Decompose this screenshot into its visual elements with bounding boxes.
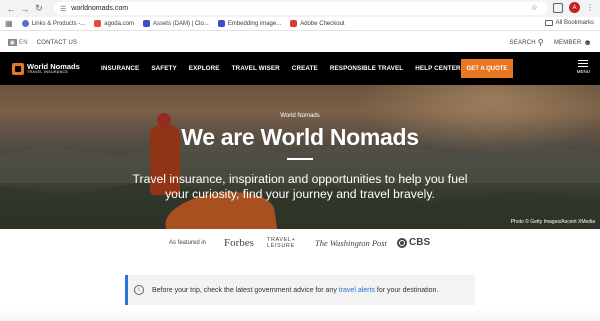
bookmarks-bar: ▦ Links & Products -... agoda.com Assets… bbox=[0, 17, 600, 31]
bookmark-item[interactable]: Assets (DAM) | Clo... bbox=[142, 20, 209, 27]
flag-icon: ▣ bbox=[8, 39, 17, 46]
menu-button[interactable]: MENU bbox=[577, 60, 590, 74]
forward-icon[interactable]: → bbox=[18, 2, 32, 16]
nav-item-responsible-travel[interactable]: RESPONSIBLE TRAVEL bbox=[330, 65, 403, 72]
hero-banner bbox=[0, 85, 600, 229]
hero-divider bbox=[287, 158, 313, 160]
bookmark-label: Adobe Checkout bbox=[300, 20, 345, 27]
nav-item-safety[interactable]: SAFETY bbox=[151, 65, 176, 72]
cbs-logo: CBS bbox=[397, 237, 430, 248]
browser-menu-icon[interactable]: ⋮ bbox=[586, 3, 594, 12]
user-icon: ☻ bbox=[583, 38, 592, 47]
logo-wordmark: World Nomads bbox=[27, 61, 80, 71]
apps-grid-icon[interactable]: ▦ bbox=[5, 19, 13, 28]
bookmark-label: Embedding image... bbox=[227, 20, 282, 27]
folder-icon bbox=[544, 20, 553, 26]
advisory-message: Before your trip, check the latest gover… bbox=[152, 287, 438, 294]
browser-toolbar: ← → ↻ ☰ worldnomads.com ☆ A ⋮ bbox=[0, 0, 600, 17]
language-selector[interactable]: ▣ EN bbox=[8, 39, 28, 46]
bookmark-star-icon[interactable]: ☆ bbox=[531, 3, 538, 12]
hero-kicker: World Nomads bbox=[280, 113, 320, 119]
nav-item-explore[interactable]: EXPLORE bbox=[189, 65, 220, 72]
menu-label: MENU bbox=[576, 69, 590, 74]
search-label: SEARCH bbox=[509, 39, 536, 46]
hero-subtitle: Travel insurance, inspiration and opport… bbox=[132, 172, 468, 201]
nav-item-travel-wiser[interactable]: TRAVEL WISER bbox=[232, 65, 280, 72]
nav-item-create[interactable]: CREATE bbox=[292, 65, 318, 72]
logo-tagline: TRAVEL INSURANCE bbox=[27, 70, 69, 74]
page-bottom-edge bbox=[0, 310, 600, 321]
language-label: EN bbox=[19, 39, 28, 46]
agoda-favicon-icon bbox=[94, 20, 102, 27]
extensions-icon[interactable] bbox=[553, 2, 563, 13]
address-bar[interactable]: ☰ worldnomads.com ☆ bbox=[54, 2, 548, 15]
info-icon: i bbox=[134, 285, 144, 295]
bookmark-item[interactable]: agoda.com bbox=[94, 20, 134, 27]
get-a-quote-button[interactable]: GET A QUOTE bbox=[461, 59, 513, 78]
photo-credit: Photo © Getty Images/Ascent XMedia bbox=[510, 219, 595, 225]
cbs-eye-icon bbox=[397, 237, 407, 248]
hero-title: We are World Nomads bbox=[181, 124, 419, 150]
advisory-text-end: for your destination. bbox=[374, 286, 439, 294]
contact-us-link[interactable]: CONTACT US bbox=[37, 40, 77, 46]
utility-bar: ▣ EN CONTACT US SEARCH ⚲ MEMBER ☻ bbox=[0, 33, 600, 52]
reload-icon[interactable]: ↻ bbox=[32, 2, 46, 16]
bookmark-item[interactable]: Adobe Checkout bbox=[290, 20, 345, 27]
bookmark-item[interactable]: Embedding image... bbox=[217, 20, 282, 27]
search-button[interactable]: SEARCH ⚲ bbox=[510, 38, 544, 47]
all-bookmarks-button[interactable]: All Bookmarks bbox=[544, 20, 594, 26]
member-label: MEMBER bbox=[553, 39, 582, 46]
world-nomads-logo[interactable]: World Nomads TRAVEL INSURANCE bbox=[12, 61, 90, 75]
all-bookmarks-label: All Bookmarks bbox=[555, 20, 594, 26]
advisory-text-start: Before your trip, check the latest gover… bbox=[152, 286, 339, 294]
site-info-icon[interactable]: ☰ bbox=[60, 5, 66, 13]
bookmark-label: Assets (DAM) | Clo... bbox=[152, 20, 209, 27]
hero-overlay bbox=[0, 85, 600, 229]
back-icon[interactable]: ← bbox=[4, 2, 18, 16]
dam-favicon-icon bbox=[142, 20, 150, 27]
travel-leisure-logo: TRAVEL+ LEISURE bbox=[267, 237, 296, 249]
featured-in-strip: As featured in Forbes TRAVEL+ LEISURE Th… bbox=[0, 229, 600, 259]
member-button[interactable]: MEMBER ☻ bbox=[554, 38, 592, 47]
travel-alerts-link[interactable]: travel alerts bbox=[339, 287, 375, 294]
globe-favicon-icon bbox=[21, 20, 29, 27]
travel-advisory-notice: i Before your trip, check the latest gov… bbox=[125, 275, 475, 305]
logo-mark-icon bbox=[12, 62, 24, 75]
bookmark-label: Links & Products -... bbox=[31, 20, 86, 27]
forbes-logo: Forbes bbox=[224, 237, 254, 249]
adobe-favicon-icon bbox=[290, 20, 298, 27]
nav-item-help-center[interactable]: HELP CENTER bbox=[415, 65, 460, 72]
nav-item-insurance[interactable]: INSURANCE bbox=[101, 65, 139, 72]
hamburger-icon bbox=[578, 60, 589, 67]
washington-post-logo: The Washington Post bbox=[315, 238, 387, 248]
featured-label: As featured in bbox=[169, 240, 207, 246]
url-text: worldnomads.com bbox=[71, 5, 129, 12]
bookmark-item[interactable]: Links & Products -... bbox=[21, 20, 86, 27]
embedding-favicon-icon bbox=[217, 20, 225, 27]
bookmark-label: agoda.com bbox=[104, 20, 134, 27]
search-icon: ⚲ bbox=[537, 38, 544, 47]
cbs-wordmark: CBS bbox=[409, 237, 431, 248]
profile-avatar[interactable]: A bbox=[569, 2, 580, 13]
